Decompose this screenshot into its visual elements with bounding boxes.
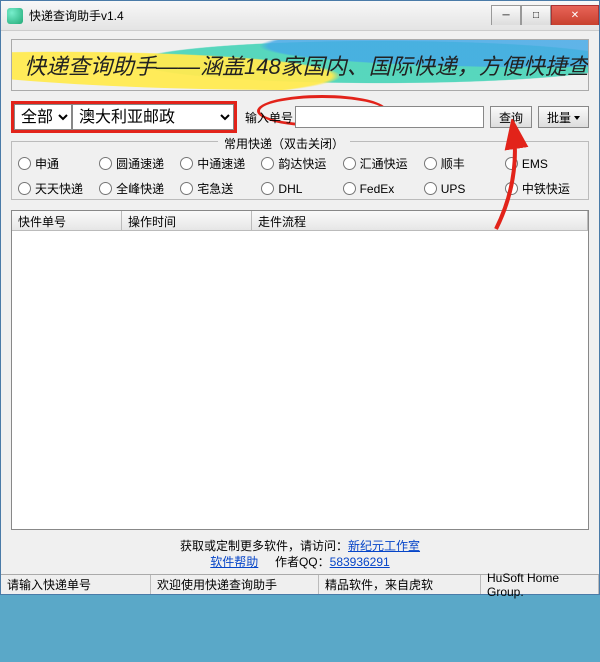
radio-label: 中铁快运 <box>522 180 570 197</box>
radio-label: 顺丰 <box>441 155 465 172</box>
common-couriers-title: 常用快递（双击关闭） <box>218 135 350 152</box>
column-time[interactable]: 操作时间 <box>122 211 252 230</box>
status-slogan: 精品软件，来自虎软 <box>319 575 481 594</box>
courier-radio-8[interactable]: 全峰快递 <box>99 180 176 197</box>
category-select[interactable]: 全部 <box>14 104 72 130</box>
radio-input[interactable] <box>424 182 437 195</box>
radio-label: 天天快递 <box>35 180 83 197</box>
batch-button[interactable]: 批量 <box>538 106 589 128</box>
minimize-button[interactable]: ─ <box>491 5 521 25</box>
courier-radio-3[interactable]: 韵达快运 <box>261 155 338 172</box>
radio-input[interactable] <box>505 182 518 195</box>
radio-label: UPS <box>441 182 466 196</box>
titlebar[interactable]: 快递查询助手v1.4 ─ □ ✕ <box>1 1 599 31</box>
author-label: 作者QQ： <box>275 555 330 569</box>
radio-input[interactable] <box>99 182 112 195</box>
radio-label: FedEx <box>360 182 395 196</box>
tracking-id-label: 输入单号 <box>245 109 293 126</box>
radio-label: 汇通快运 <box>360 155 408 172</box>
radio-label: 申通 <box>35 155 59 172</box>
courier-radio-7[interactable]: 天天快递 <box>18 180 95 197</box>
column-progress[interactable]: 走件流程 <box>252 211 588 230</box>
banner-text: 快递查询助手——涵盖148家国内、国际快递，方便快捷查快递！ <box>24 49 589 81</box>
courier-radio-6[interactable]: EMS <box>505 155 582 172</box>
column-tracking-id[interactable]: 快件单号 <box>12 211 122 230</box>
courier-radio-10[interactable]: DHL <box>261 180 338 197</box>
status-hint: 请输入快递单号 <box>1 575 151 594</box>
help-link[interactable]: 软件帮助 <box>210 555 258 569</box>
results-table: 快件单号 操作时间 走件流程 <box>11 210 589 530</box>
window-title: 快递查询助手v1.4 <box>29 7 124 24</box>
query-button[interactable]: 查询 <box>490 106 532 128</box>
radio-label: EMS <box>522 157 548 171</box>
common-couriers-group: 常用快递（双击关闭） 申通圆通速递中通速递韵达快运汇通快运顺丰EMS天天快递全峰… <box>11 141 589 200</box>
banner: 快递查询助手——涵盖148家国内、国际快递，方便快捷查快递！ <box>11 39 589 91</box>
radio-input[interactable] <box>343 182 356 195</box>
company-select[interactable]: 澳大利亚邮政 <box>72 104 234 130</box>
courier-radio-12[interactable]: UPS <box>424 180 501 197</box>
courier-radio-9[interactable]: 宅急送 <box>180 180 257 197</box>
maximize-button[interactable]: □ <box>521 5 551 25</box>
app-window: 快递查询助手v1.4 ─ □ ✕ 快递查询助手——涵盖148家国内、国际快递，方… <box>0 0 600 595</box>
courier-radio-1[interactable]: 圆通速递 <box>99 155 176 172</box>
close-button[interactable]: ✕ <box>551 5 599 25</box>
status-welcome: 欢迎使用快递查询助手 <box>151 575 319 594</box>
highlight-box: 全部 澳大利亚邮政 <box>11 101 237 133</box>
radio-input[interactable] <box>424 157 437 170</box>
courier-radio-13[interactable]: 中铁快运 <box>505 180 582 197</box>
courier-radio-11[interactable]: FedEx <box>343 180 420 197</box>
courier-radio-0[interactable]: 申通 <box>18 155 95 172</box>
radio-label: 韵达快运 <box>278 155 326 172</box>
studio-link[interactable]: 新纪元工作室 <box>348 539 420 553</box>
courier-radio-4[interactable]: 汇通快运 <box>343 155 420 172</box>
radio-label: 圆通速递 <box>116 155 164 172</box>
status-bar: 请输入快递单号 欢迎使用快递查询助手 精品软件，来自虎软 HuSoft Home… <box>1 574 599 594</box>
radio-input[interactable] <box>18 157 31 170</box>
radio-input[interactable] <box>343 157 356 170</box>
radio-input[interactable] <box>261 182 274 195</box>
radio-input[interactable] <box>180 182 193 195</box>
radio-label: DHL <box>278 182 302 196</box>
author-qq-link[interactable]: 583936291 <box>330 555 390 569</box>
radio-input[interactable] <box>180 157 193 170</box>
radio-label: 宅急送 <box>197 180 233 197</box>
radio-input[interactable] <box>261 157 274 170</box>
app-icon <box>7 8 23 24</box>
status-group: HuSoft Home Group. <box>481 575 599 594</box>
courier-radio-5[interactable]: 顺丰 <box>424 155 501 172</box>
radio-input[interactable] <box>99 157 112 170</box>
footer-text: 获取或定制更多软件，请访问： <box>180 539 348 553</box>
radio-input[interactable] <box>18 182 31 195</box>
footer-links: 获取或定制更多软件，请访问：新纪元工作室 软件帮助 作者QQ：583936291 <box>11 538 589 570</box>
tracking-id-input[interactable] <box>295 106 484 128</box>
radio-input[interactable] <box>505 157 518 170</box>
radio-label: 中通速递 <box>197 155 245 172</box>
search-row: 全部 澳大利亚邮政 输入单号 查询 批量 <box>11 101 589 133</box>
radio-label: 全峰快递 <box>116 180 164 197</box>
courier-radio-2[interactable]: 中通速递 <box>180 155 257 172</box>
